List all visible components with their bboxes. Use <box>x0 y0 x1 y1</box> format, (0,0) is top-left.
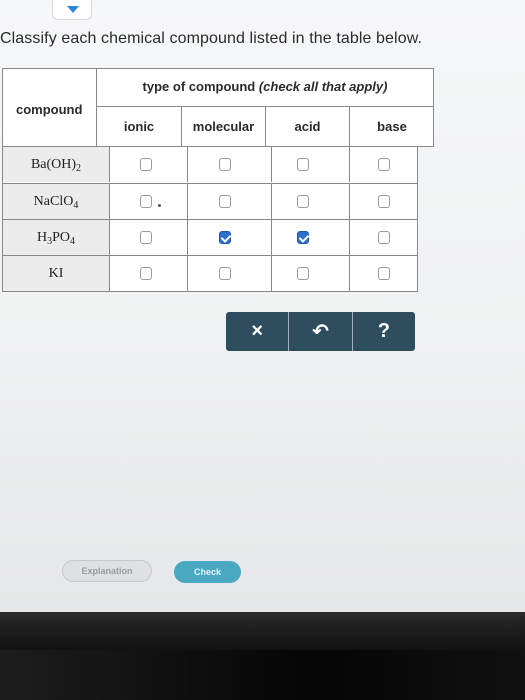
undo-icon: ↶ <box>312 321 329 343</box>
table-body: Ba(OH)2 NaClO4 H3PO4 KI <box>2 147 418 292</box>
checkbox-acid[interactable] <box>297 158 309 171</box>
help-button[interactable]: ? <box>351 312 415 351</box>
compound-formula: Ba(OH)2 <box>3 147 110 182</box>
column-header-acid: acid <box>265 107 349 147</box>
checkbox-acid[interactable] <box>297 267 309 280</box>
cursor-dot <box>158 204 161 207</box>
table-row: H3PO4 <box>3 219 417 255</box>
type-header-note: (check all that apply) <box>258 79 388 94</box>
answer-toolbar: × ↶ ? <box>226 312 415 351</box>
checkbox-ionic[interactable] <box>140 231 152 244</box>
checkbox-ionic[interactable] <box>140 195 152 208</box>
clear-button[interactable]: × <box>226 312 288 351</box>
checkbox-ionic[interactable] <box>140 158 152 171</box>
check-button[interactable]: Check <box>174 561 241 583</box>
checkbox-acid[interactable] <box>297 195 309 208</box>
checkbox-base[interactable] <box>378 267 390 280</box>
collapse-tab[interactable] <box>52 0 92 20</box>
column-headers: ionic molecular acid base <box>97 106 434 147</box>
close-icon: × <box>251 320 263 342</box>
table-row: KI <box>3 255 417 291</box>
explanation-button[interactable]: Explanation <box>62 560 152 582</box>
question-instruction: Classify each chemical compound listed i… <box>0 30 423 47</box>
checkbox-molecular[interactable] <box>219 195 231 208</box>
compound-header: compound <box>16 102 83 117</box>
checkbox-acid[interactable] <box>297 231 309 244</box>
compound-header-cell: compound <box>3 69 97 146</box>
column-header-ionic: ionic <box>123 119 155 134</box>
checkbox-base[interactable] <box>378 231 390 244</box>
checkbox-molecular[interactable] <box>219 231 231 244</box>
column-header-base: base <box>349 107 434 147</box>
checkbox-molecular[interactable] <box>219 158 231 171</box>
table-header: compound type of compound (check all tha… <box>2 68 434 147</box>
undo-button[interactable]: ↶ <box>288 312 351 351</box>
question-icon: ? <box>377 320 390 342</box>
checkbox-molecular[interactable] <box>219 267 231 280</box>
chevron-down-icon <box>67 6 79 13</box>
column-header-molecular: molecular <box>181 107 265 147</box>
compound-formula: H3PO4 <box>3 220 110 255</box>
screen: Classify each chemical compound listed i… <box>0 0 525 612</box>
compound-formula: KI <box>3 256 110 291</box>
compound-formula: NaClO4 <box>3 184 110 219</box>
checkbox-base[interactable] <box>378 195 390 208</box>
table-row: Ba(OH)2 <box>3 147 417 183</box>
bezel-shadow <box>0 650 525 700</box>
checkbox-base[interactable] <box>378 158 390 171</box>
type-header: type of compound (check all that apply) <box>142 79 388 94</box>
checkbox-ionic[interactable] <box>140 267 152 280</box>
table-row: NaClO4 <box>3 183 417 219</box>
